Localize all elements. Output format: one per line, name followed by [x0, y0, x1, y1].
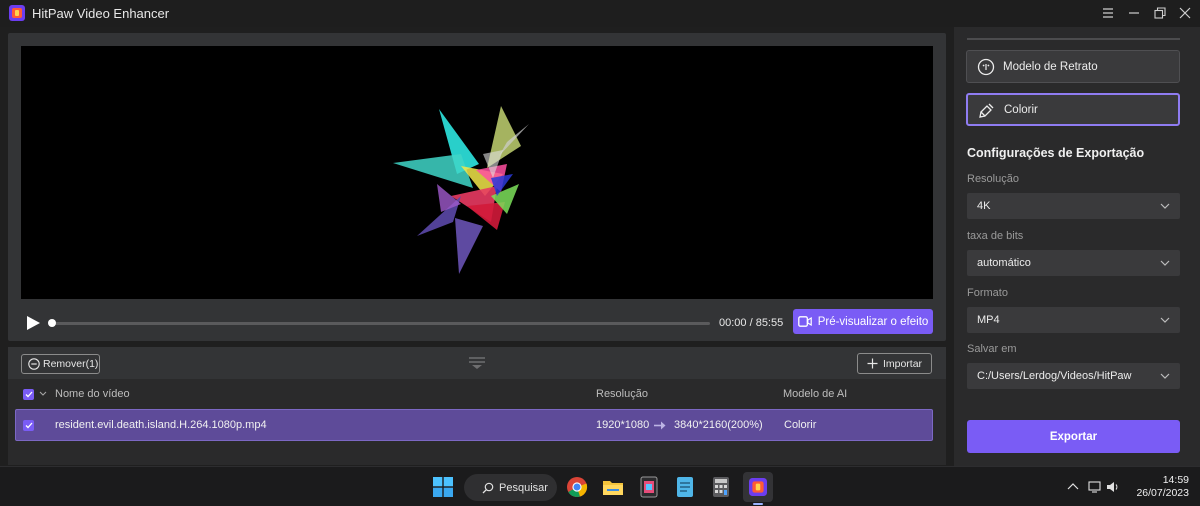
model-colorize-label: Colorir [1004, 103, 1038, 116]
volume-icon[interactable] [1106, 480, 1120, 494]
taskbar-search[interactable]: Pesquisar [464, 474, 557, 501]
file-name: resident.evil.death.island.H.264.1080p.m… [55, 419, 267, 431]
chevron-down-icon [1160, 260, 1170, 266]
search-icon [482, 482, 494, 493]
row-checkbox[interactable] [23, 420, 34, 431]
hitpaw-taskbar-icon[interactable] [746, 475, 770, 499]
menu-icon[interactable] [1097, 3, 1119, 23]
minus-circle-icon [28, 358, 40, 370]
target-resolution: 3840*2160(200%) [674, 419, 763, 431]
remove-button[interactable]: Remover(1) [21, 354, 100, 374]
resolution-select[interactable]: 4K [967, 193, 1180, 219]
file-list-panel: Remover(1) Importar Nome do vídeo Resolu… [8, 347, 946, 465]
import-button[interactable]: Importar [857, 353, 932, 374]
chevron-down-icon [1160, 373, 1170, 379]
seek-handle[interactable] [48, 319, 56, 327]
close-icon[interactable] [1174, 3, 1196, 23]
chevron-down-icon [1160, 317, 1170, 323]
bitrate-select[interactable]: automático [967, 250, 1180, 276]
format-value: MP4 [977, 314, 1000, 326]
chevron-down-icon [1160, 203, 1170, 209]
export-label: Exportar [1049, 430, 1098, 443]
video-preview-panel: 00:00 / 85:55 Pré-visualizar o efeito [8, 33, 946, 341]
bitrate-label: taxa de bits [967, 230, 1024, 242]
save-location-value: C:/Users/Lerdog/Videos/HitPaw [977, 370, 1132, 382]
app-title: HitPaw Video Enhancer [32, 6, 170, 21]
video-frame-image [393, 106, 529, 274]
plus-icon [867, 358, 878, 369]
notepad-icon[interactable] [673, 475, 697, 499]
chevron-up-icon[interactable] [1066, 480, 1080, 494]
preview-effect-label: Pré-visualizar o efeito [817, 315, 929, 328]
seek-bar[interactable] [50, 322, 710, 325]
play-icon[interactable] [25, 315, 41, 331]
export-button[interactable]: Exportar [967, 420, 1180, 453]
save-location-label: Salvar em [967, 343, 1017, 355]
remove-label: Remover(1) [43, 358, 99, 370]
format-label: Formato [967, 287, 1008, 299]
restore-icon[interactable] [1149, 3, 1171, 23]
search-label: Pesquisar [499, 481, 548, 494]
column-header-model[interactable]: Modelo de AI [783, 388, 847, 400]
export-settings-heading: Configurações de Exportação [967, 146, 1145, 160]
settings-sidebar: Modelo de Retrato Colorir Configurações … [954, 27, 1200, 466]
row-model: Colorir [784, 419, 817, 431]
windows-taskbar: Pesquisar 14:59 26/07/2023 [0, 466, 1200, 506]
video-frame [21, 46, 933, 299]
clock-time: 14:59 [1162, 474, 1189, 486]
column-header-resolution[interactable]: Resolução [596, 388, 648, 400]
title-bar: HitPaw Video Enhancer [0, 0, 1200, 27]
app-icon[interactable] [637, 475, 661, 499]
calculator-icon[interactable] [709, 475, 733, 499]
brush-icon [979, 103, 994, 118]
model-portrait-label: Modelo de Retrato [1003, 60, 1098, 73]
divider [967, 38, 1180, 40]
preview-effect-button[interactable]: Pré-visualizar o efeito [793, 309, 933, 334]
portrait-icon [977, 58, 995, 75]
check-icon [25, 422, 32, 429]
source-resolution: 1920*1080 [596, 419, 650, 431]
resolution-value: 4K [977, 200, 991, 212]
playback-time: 00:00 / 85:55 [719, 317, 784, 329]
collapse-handle-icon[interactable] [469, 356, 485, 370]
list-header: Nome do vídeo Resolução Modelo de AI [8, 382, 946, 406]
video-camera-icon [797, 316, 812, 327]
check-icon [25, 391, 32, 398]
chrome-icon[interactable] [565, 475, 589, 499]
column-header-name[interactable]: Nome do vídeo [55, 388, 130, 400]
minimize-icon[interactable] [1123, 3, 1145, 23]
hitpaw-logo-icon [9, 5, 25, 21]
windows-start-icon[interactable] [431, 475, 455, 499]
import-label: Importar [882, 357, 923, 370]
chevron-down-icon[interactable] [39, 391, 47, 397]
table-row[interactable]: resident.evil.death.island.H.264.1080p.m… [15, 409, 933, 441]
clock-date: 26/07/2023 [1136, 487, 1189, 499]
arrow-right-icon [654, 421, 666, 430]
select-all-checkbox[interactable] [23, 389, 34, 400]
bitrate-value: automático [977, 257, 1031, 269]
network-icon[interactable] [1088, 480, 1102, 494]
active-indicator [753, 503, 763, 505]
save-location-select[interactable]: C:/Users/Lerdog/Videos/HitPaw [967, 363, 1180, 389]
resolution-label: Resolução [967, 173, 1019, 185]
list-toolbar: Remover(1) Importar [8, 347, 946, 379]
format-select[interactable]: MP4 [967, 307, 1180, 333]
model-portrait-button[interactable]: Modelo de Retrato [966, 50, 1180, 83]
file-explorer-icon[interactable] [601, 475, 625, 499]
model-colorize-button[interactable]: Colorir [966, 93, 1180, 126]
system-clock[interactable]: 14:59 26/07/2023 [1125, 474, 1189, 500]
